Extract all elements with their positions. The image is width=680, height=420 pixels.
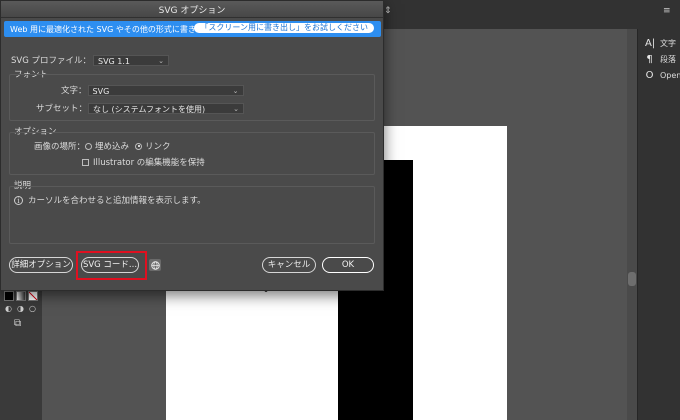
embed-label[interactable]: 埋め込み [95, 140, 129, 152]
none-swatch[interactable] [28, 291, 38, 301]
image-location-label: 画像の場所： [34, 142, 86, 152]
web-preview-button[interactable] [149, 259, 161, 271]
subset-label: サブセット： [36, 104, 88, 114]
scrollbar-thumb[interactable] [628, 272, 636, 286]
menu-icon[interactable]: ≡ [663, 6, 671, 16]
try-export-for-screens-button[interactable]: 「スクリーン用に書き出し」をお試しください [194, 23, 374, 33]
preserve-editing-label[interactable]: Illustrator の編集機能を保持 [93, 156, 205, 168]
paragraph-icon: ¶ [646, 54, 653, 65]
subset-dropdown[interactable]: なし (システムフォントを使用) ⌄ [88, 102, 245, 114]
draw-behind-icon[interactable]: ◑ [17, 304, 24, 313]
profile-row: SVG プロファイル： SVG 1.1 ⌄ [11, 54, 169, 66]
chevron-down-icon: ⌄ [233, 104, 240, 113]
highlight-box [76, 251, 147, 280]
ok-button[interactable]: OK [322, 257, 374, 273]
draw-inside-icon[interactable]: ○ [29, 304, 36, 313]
panel-item-label: 文字 [660, 39, 676, 48]
link-label[interactable]: リンク [145, 140, 171, 152]
gradient-swatch[interactable] [16, 291, 26, 301]
globe-icon [150, 260, 160, 270]
draw-mode-icon[interactable]: ◐ [5, 304, 12, 313]
dialog-titlebar[interactable]: SVG オプション [1, 1, 383, 18]
chevron-down-icon: ⌄ [232, 86, 239, 95]
subset-value: なし (システムフォントを使用) [93, 104, 206, 114]
description-text: カーソルを合わせると追加情報を表示します。 [28, 196, 206, 206]
opentype-icon: O [645, 70, 654, 81]
info-icon: i [14, 195, 23, 205]
screen-mode-icon[interactable]: ⧉ [14, 318, 21, 329]
cancel-button[interactable]: キャンセル [262, 257, 316, 273]
font-type-value: SVG [92, 86, 110, 96]
preserve-editing-checkbox[interactable] [82, 158, 89, 166]
chevron-down-icon: ⌄ [158, 56, 164, 65]
profile-label: SVG プロファイル： [11, 56, 91, 66]
panel-item-label: OpenT [660, 71, 680, 80]
export-banner: Web 用に最適化された SVG やその他の形式に書き出します。 「スクリーン用… [4, 21, 381, 37]
panel-item-opentype[interactable]: O OpenT [645, 70, 680, 81]
dialog-title: SVG オプション [158, 5, 226, 16]
vertical-scrollbar[interactable] [627, 29, 637, 420]
image-location-row: 画像の場所： 埋め込み リンク [34, 140, 171, 152]
svg-options-dialog: SVG オプション Web 用に最適化された SVG やその他の形式に書き出しま… [0, 0, 384, 291]
panel-item-character[interactable]: A| 文字 [645, 38, 676, 49]
subset-row: サブセット： なし (システムフォントを使用) ⌄ [36, 102, 245, 114]
fill-swatch[interactable] [4, 291, 14, 301]
right-panel-dock [637, 29, 680, 420]
character-icon: A| [645, 38, 656, 49]
font-type-dropdown[interactable]: SVG ⌄ [87, 84, 244, 96]
link-radio[interactable] [135, 142, 143, 150]
panel-item-label: 段落 [660, 55, 676, 64]
advanced-options-button[interactable]: 詳細オプション [9, 257, 73, 273]
font-type-row: 文字： SVG ⌄ [61, 84, 244, 96]
svg-profile-value: SVG 1.1 [98, 56, 131, 66]
font-type-label: 文字： [61, 86, 87, 96]
description-row: i カーソルを合わせると追加情報を表示します。 [14, 194, 206, 206]
embed-radio[interactable] [85, 142, 93, 150]
preserve-editing-row: Illustrator の編集機能を保持 [82, 156, 205, 168]
panel-item-paragraph[interactable]: ¶ 段落 [645, 54, 676, 65]
options-group-box [9, 132, 375, 175]
svg-profile-dropdown[interactable]: SVG 1.1 ⌄ [93, 54, 169, 66]
toolbar-grip-icon[interactable]: ⇕ [384, 6, 392, 16]
